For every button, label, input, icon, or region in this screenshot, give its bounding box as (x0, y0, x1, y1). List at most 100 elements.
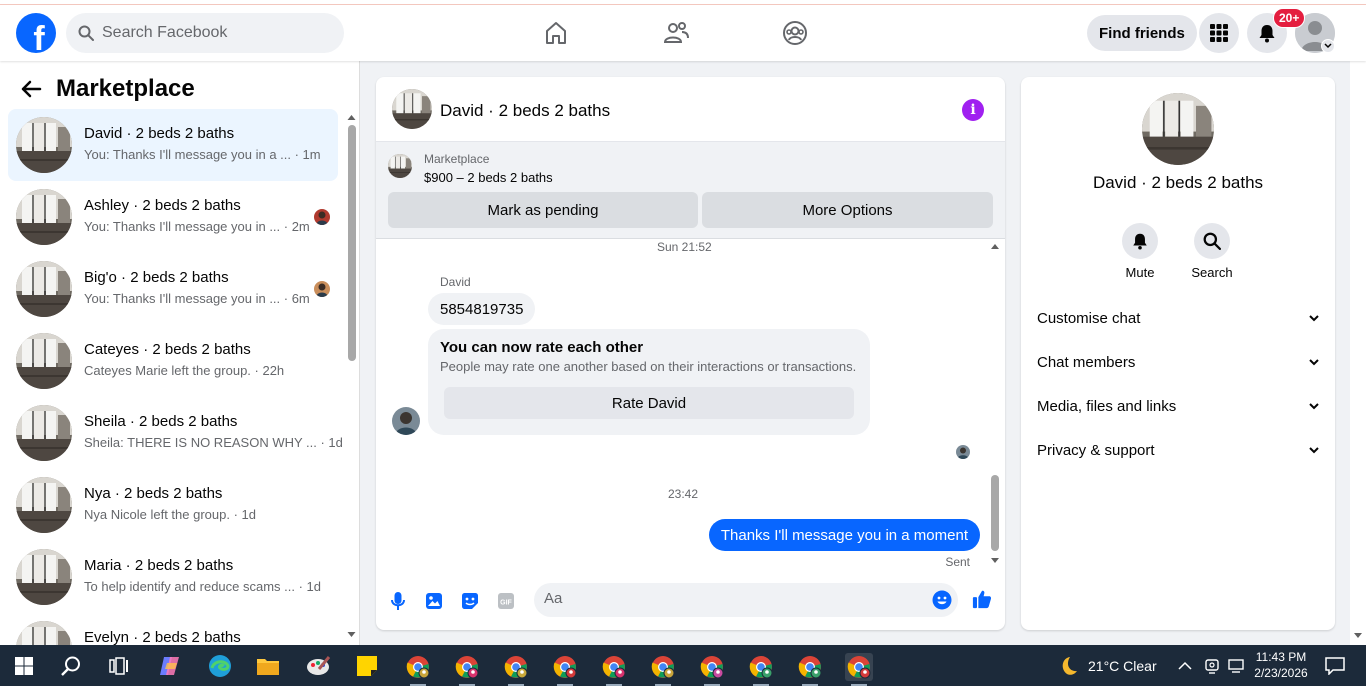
groups-icon[interactable] (781, 19, 809, 47)
conversation-item[interactable]: David · 2 beds 2 baths You: Thanks I'll m… (8, 109, 338, 181)
weather-widget[interactable]: 21°C Clear (1056, 655, 1157, 677)
listing-profile-image[interactable] (1142, 93, 1214, 165)
friends-icon[interactable] (662, 19, 690, 47)
windows-start-icon[interactable] (11, 653, 37, 679)
facebook-logo[interactable]: f (16, 13, 56, 53)
conversation-item[interactable]: Big'o · 2 beds 2 baths You: Thanks I'll m… (8, 253, 338, 325)
chevron-down-icon (1309, 402, 1319, 409)
emoji-icon[interactable] (932, 590, 952, 610)
chrome-profile-icon[interactable] (453, 653, 481, 681)
chevron-down-icon (1309, 358, 1319, 365)
gif-icon[interactable]: GIF (496, 591, 516, 611)
menu-grid-icon[interactable] (1199, 13, 1239, 53)
sidebar-scrollbar[interactable] (347, 109, 356, 641)
info-icon[interactable]: i (962, 99, 984, 121)
chrome-profile-icon[interactable] (698, 653, 726, 681)
mute-button[interactable]: Mute (1110, 223, 1170, 280)
privacy-support-row[interactable]: Privacy & support (1037, 428, 1319, 472)
back-arrow-icon[interactable] (20, 79, 42, 99)
top-navigation-bar: f Find friends 20+ (0, 5, 1366, 61)
chat-members-row[interactable]: Chat members (1037, 340, 1319, 384)
conversation-thumbnail (16, 477, 72, 533)
search-input[interactable] (102, 24, 322, 42)
message-thread: Sun 21:52 David 5854819735 You can now r… (376, 239, 1005, 569)
chrome-profile-icon[interactable] (845, 653, 873, 681)
conversation-thumbnail (16, 333, 72, 389)
copilot-icon[interactable] (157, 653, 183, 679)
mark-as-pending-button[interactable]: Mark as pending (388, 192, 698, 228)
edge-browser-icon[interactable] (207, 653, 233, 679)
system-clock[interactable]: 11:43 PM 2/23/2026 (1254, 649, 1308, 681)
conversation-preview: You: Thanks I'll message you in ... · 6m (84, 291, 310, 306)
message-input[interactable] (544, 590, 914, 607)
conversation-thumbnail (16, 405, 72, 461)
chat-title[interactable]: David · 2 beds 2 baths (440, 101, 610, 121)
conversation-item[interactable]: Sheila · 2 beds 2 baths Sheila: THERE IS … (8, 397, 343, 469)
search-in-chat-button[interactable]: Search (1182, 223, 1242, 280)
more-options-button[interactable]: More Options (702, 192, 993, 228)
chevron-down-icon (1309, 314, 1319, 321)
sidebar-header: Marketplace (20, 75, 195, 103)
message-composer: GIF (376, 577, 1005, 623)
row-label: Privacy & support (1037, 441, 1155, 459)
chevron-up-icon[interactable] (1176, 653, 1194, 679)
task-view-icon[interactable] (106, 653, 132, 679)
find-friends-button[interactable]: Find friends (1087, 15, 1197, 51)
device-icon[interactable] (1202, 653, 1222, 679)
conversation-item[interactable]: Evelyn · 2 beds 2 baths (8, 613, 338, 645)
sticky-notes-icon[interactable] (354, 653, 380, 679)
sent-message[interactable]: Thanks I'll message you in a moment (708, 519, 980, 551)
conversation-name: Nya · 2 beds 2 baths (84, 485, 223, 502)
file-explorer-icon[interactable] (255, 653, 281, 679)
chrome-profile-icon[interactable] (502, 653, 530, 681)
chrome-profile-icon[interactable] (600, 653, 628, 681)
received-message[interactable]: 5854819735 (428, 293, 536, 325)
paint-app-icon[interactable] (305, 653, 331, 679)
photo-icon[interactable] (424, 591, 444, 611)
chevron-down-icon[interactable] (1321, 39, 1335, 53)
notification-center-icon[interactable] (1322, 653, 1348, 679)
conversation-preview: Nya Nicole left the group. · 1d (84, 507, 256, 522)
conversation-item[interactable]: Maria · 2 beds 2 baths To help identify a… (8, 541, 338, 613)
chrome-profile-icon[interactable] (404, 653, 432, 681)
conversation-item[interactable]: Nya · 2 beds 2 baths Nya Nicole left the … (8, 469, 338, 541)
message-input-box[interactable] (534, 583, 958, 617)
read-receipt-avatar (314, 281, 330, 297)
conversation-item[interactable]: Ashley · 2 beds 2 baths You: Thanks I'll … (8, 181, 338, 253)
mute-label: Mute (1125, 265, 1155, 280)
conversation-name: Cateyes · 2 beds 2 baths (84, 341, 251, 358)
rate-david-button[interactable]: Rate David (444, 387, 854, 419)
search-icon[interactable] (58, 653, 84, 679)
home-icon[interactable] (542, 19, 570, 47)
conversation-name: Ashley · 2 beds 2 baths (84, 197, 241, 214)
notification-count-badge: 20+ (1273, 8, 1306, 28)
search-icon (78, 25, 94, 41)
chrome-profile-icon[interactable] (747, 653, 775, 681)
clock-date: 2/23/2026 (1254, 666, 1308, 680)
listing-small-thumbnail[interactable] (388, 154, 412, 178)
conversation-item[interactable]: Cateyes · 2 beds 2 baths Cateyes Marie le… (8, 325, 338, 397)
search-bar[interactable] (66, 13, 344, 53)
listing-thumbnail[interactable] (392, 89, 432, 129)
chrome-profile-icon[interactable] (551, 653, 579, 681)
chrome-profile-icon[interactable] (796, 653, 824, 681)
search-label: Search (1191, 265, 1233, 280)
conversation-thumbnail (16, 549, 72, 605)
chevron-down-icon (1309, 446, 1319, 453)
chrome-profile-icon[interactable] (649, 653, 677, 681)
sticker-icon[interactable] (460, 591, 480, 611)
bell-icon (1133, 233, 1147, 250)
thumbs-up-icon[interactable] (972, 589, 992, 609)
seen-by-avatar (956, 445, 970, 459)
conversation-thumbnail (16, 621, 72, 645)
media-files-links-row[interactable]: Media, files and links (1037, 384, 1319, 428)
chat-scrollbar[interactable] (988, 241, 1002, 567)
conversation-name: Evelyn · 2 beds 2 baths (84, 629, 241, 645)
conversation-preview: To help identify and reduce scams ... · … (84, 579, 322, 594)
page-scrollbar[interactable] (1350, 61, 1366, 645)
sender-avatar[interactable] (392, 407, 420, 435)
listing-price[interactable]: $900 – 2 beds 2 baths (424, 170, 553, 185)
microphone-icon[interactable] (388, 591, 408, 611)
network-icon[interactable] (1226, 653, 1248, 679)
customise-chat-row[interactable]: Customise chat (1037, 296, 1319, 340)
